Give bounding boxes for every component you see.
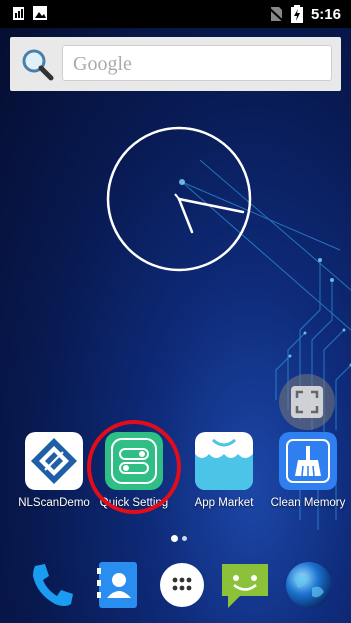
magnifier-icon[interactable] [20, 47, 54, 81]
globe-icon [286, 562, 332, 608]
contacts-icon [97, 562, 137, 608]
app-app-market[interactable]: App Market [184, 432, 264, 509]
page-dot-active [171, 535, 178, 542]
shopping-bag-icon [195, 432, 253, 490]
app-label: App Market [194, 497, 254, 509]
page-dot [182, 536, 187, 541]
home-screen: 5:16 Google NLScanDemo Quick Setting App… [0, 0, 351, 623]
no-sim-icon [268, 7, 283, 22]
dock-browser[interactable] [282, 558, 336, 612]
status-time: 5:16 [310, 5, 341, 23]
broom-icon [279, 432, 337, 490]
app-label: NLScanDemo [18, 497, 90, 509]
dock-phone[interactable] [25, 558, 79, 612]
highlight-circle-annotation [87, 420, 181, 514]
app-nlscandemo[interactable]: NLScanDemo [14, 432, 94, 509]
hour-hand [177, 197, 194, 234]
wallpaper-circuit-lines [179, 159, 351, 530]
nlscan-logo-icon [25, 432, 83, 490]
phone-icon [33, 564, 73, 606]
floating-screenshot-button[interactable] [279, 374, 335, 430]
search-input[interactable]: Google [62, 45, 332, 81]
dock-contacts[interactable] [91, 558, 145, 612]
screenshot-frame-icon [291, 386, 323, 418]
app-drawer-icon [160, 563, 204, 607]
status-bar: 5:16 [0, 0, 351, 28]
minute-hand [177, 197, 245, 214]
dock-app-drawer[interactable] [155, 558, 209, 612]
dock-messaging[interactable] [218, 558, 272, 612]
battery-charging-icon [290, 5, 303, 23]
app-clean-memory[interactable]: Clean Memory [268, 432, 348, 509]
second-hand [174, 193, 180, 200]
google-search-widget[interactable]: Google [10, 37, 341, 91]
page-indicator [171, 535, 187, 542]
search-placeholder: Google [73, 53, 132, 75]
image-notification-icon [33, 6, 47, 20]
analog-clock-widget[interactable] [106, 126, 252, 272]
messaging-icon [222, 564, 268, 608]
app-label: Clean Memory [270, 497, 346, 509]
sim-notification-icon [13, 7, 24, 20]
